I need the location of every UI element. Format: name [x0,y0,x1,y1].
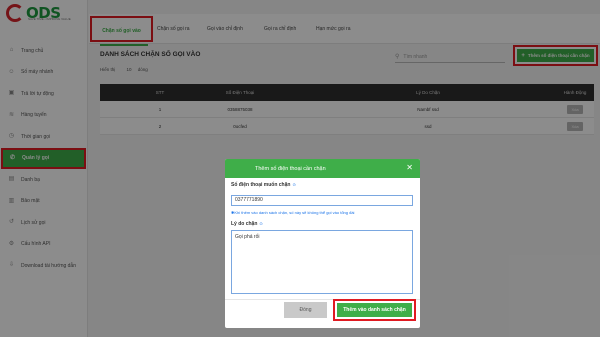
phone-label-text: Số điện thoại muốn chặn [231,182,291,188]
help-icon: ⊙ [259,221,263,226]
submit-button-label: Thêm vào danh sách chặn [337,303,412,317]
help-icon: ⊙ [292,182,296,187]
app-root: ODS SAVE TIME • IMPROVE VALUE ⌂ Trang chủ… [0,0,600,337]
modal-title: Thêm số điện thoại cần chặn [255,165,326,172]
phone-input[interactable]: 0377771890 [231,195,413,206]
modal-header: Thêm số điện thoại cần chặn ✕ [225,159,420,178]
submit-button[interactable]: Thêm vào danh sách chặn [333,299,416,321]
close-button[interactable]: Đóng [284,302,327,318]
phone-label: Số điện thoại muốn chặn ⊙ [231,182,296,188]
reason-textarea[interactable]: Gọi phá rối [231,230,413,294]
reason-label: Lý do chặn ⊙ [231,221,263,227]
close-icon[interactable]: ✕ [406,164,413,172]
reason-label-text: Lý do chặn [231,221,258,227]
phone-hint-text: Khi thêm vào danh sách chặn, số này sẽ k… [234,210,355,215]
phone-hint: ✱Khi thêm vào danh sách chặn, số này sẽ … [231,210,354,215]
add-block-modal: Thêm số điện thoại cần chặn ✕ Số điện th… [225,159,420,328]
